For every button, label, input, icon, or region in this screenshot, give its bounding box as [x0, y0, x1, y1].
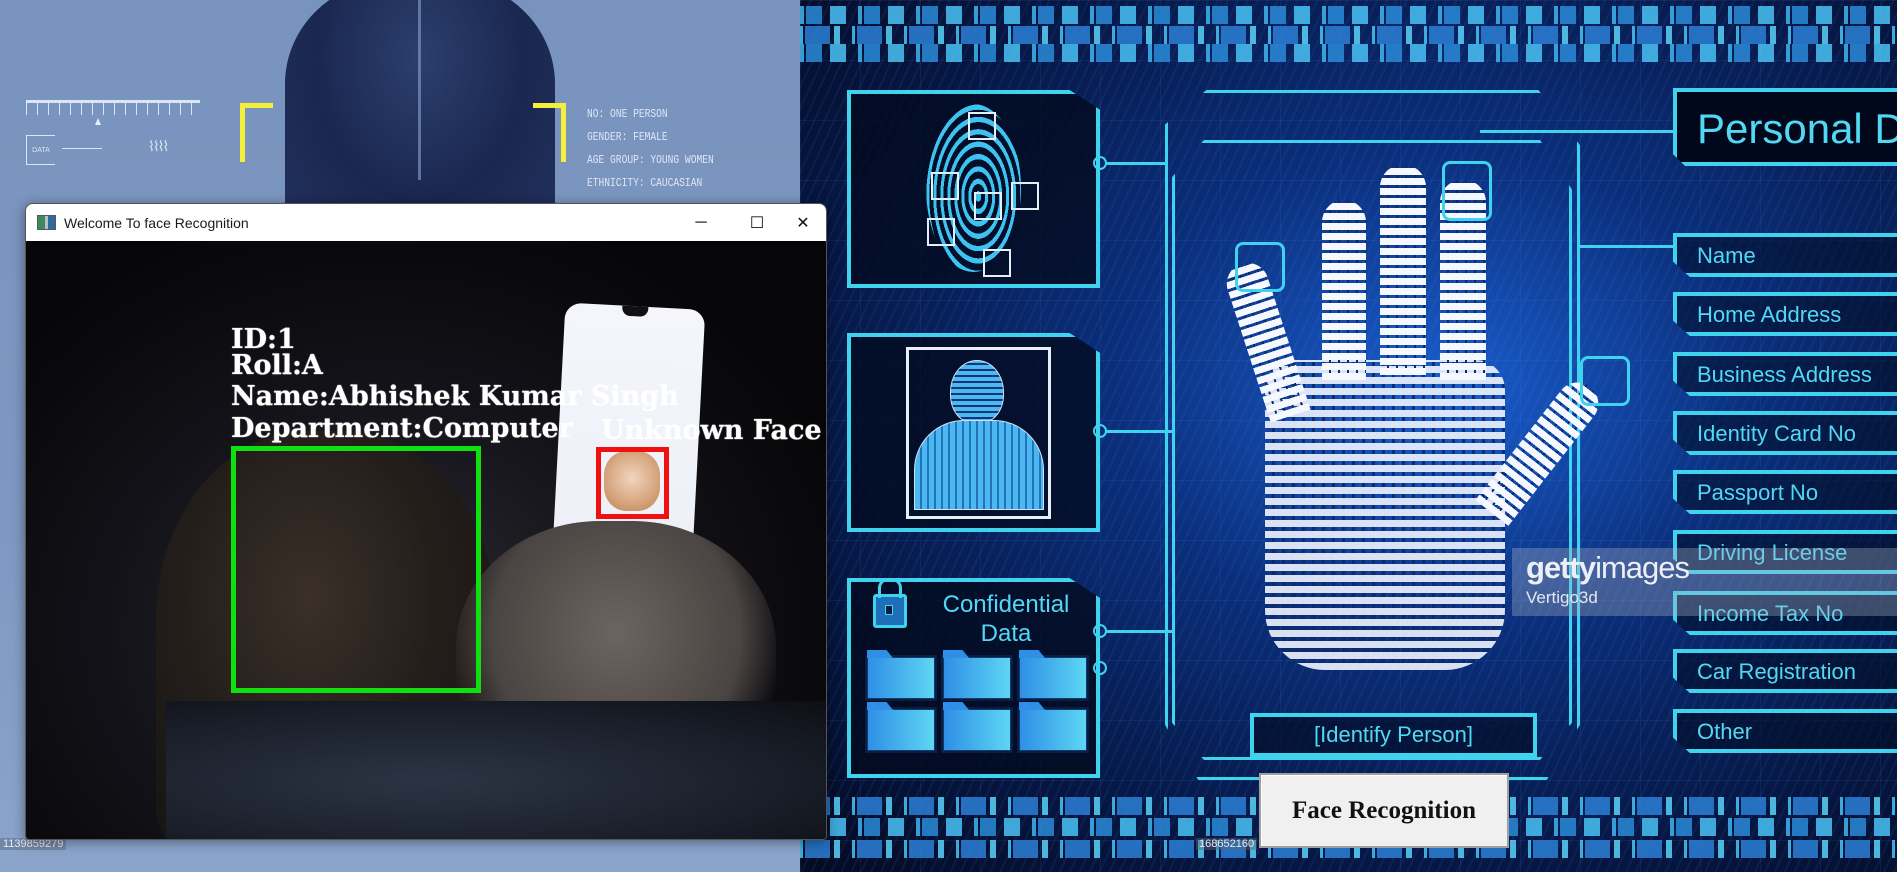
connector-node [1093, 661, 1107, 675]
confidential-title: Confidential Data [931, 590, 1081, 648]
recognized-name: Name:Abhishek Kumar Singh [231, 381, 679, 412]
fingertip-marker [1580, 356, 1630, 406]
recognized-face-box [231, 446, 481, 693]
minimize-button[interactable]: ─ [678, 204, 724, 241]
hud-bracket-right [533, 103, 566, 162]
folder-icon [1019, 657, 1087, 699]
hud-ruler [26, 100, 200, 115]
folder-icon [1019, 709, 1087, 751]
hud-bracket-left [240, 103, 273, 162]
hud-data-label: DATA [26, 135, 55, 165]
folder-icon [867, 709, 935, 751]
personal-data-item: Home Address [1673, 292, 1897, 336]
watermark-credit: Vertigo3d [1526, 588, 1598, 607]
binary-strip [800, 44, 1897, 62]
personal-data-item: Other [1673, 709, 1897, 753]
person-icon-body [914, 420, 1044, 510]
unknown-face-label: Unknown Face [601, 415, 822, 446]
face-recognition-button[interactable]: Face Recognition [1259, 773, 1509, 848]
person-profile-panel [847, 333, 1100, 532]
folder-icon [867, 657, 935, 699]
watermark-brand-light: images [1595, 550, 1690, 585]
lock-icon [873, 578, 907, 628]
circuit-wire [1580, 245, 1673, 248]
hud-ruler-marker [95, 118, 101, 125]
minimize-icon: ─ [695, 213, 707, 231]
recognized-department: Department:Computer [231, 413, 573, 444]
maximize-icon: ☐ [749, 214, 765, 232]
app-icon [37, 215, 56, 230]
circuit-wire [1105, 630, 1172, 633]
folder-grid [867, 657, 1087, 751]
scan-marker [931, 172, 959, 200]
hud-data-line [62, 148, 102, 149]
confidential-data-panel: Confidential Data [847, 578, 1100, 778]
hud-line: ETHNICITY: CAUCASIAN [587, 176, 703, 190]
scan-marker [983, 249, 1011, 277]
face-recognition-window: Welcome To face Recognition ─ ☐ ✕ ID:1 R… [25, 203, 827, 840]
unknown-face-box [596, 447, 669, 519]
binary-strip [800, 6, 1897, 24]
personal-data-item: Car Registration [1673, 649, 1897, 693]
folder-icon [943, 657, 1011, 699]
scan-marker [974, 192, 1002, 220]
circuit-wire [1105, 430, 1172, 433]
binary-strip [800, 26, 1897, 44]
folder-icon [943, 709, 1011, 751]
background-hair-part [418, 0, 421, 180]
personal-data-item: Passport No [1673, 470, 1897, 514]
close-button[interactable]: ✕ [780, 204, 826, 241]
circuit-wire [1105, 162, 1165, 165]
window-title: Welcome To face Recognition [64, 214, 249, 231]
webcam-shirt [166, 701, 826, 839]
profile-frame [906, 347, 1051, 519]
hud-line: NO: ONE PERSON [587, 107, 668, 121]
maximize-button[interactable]: ☐ [734, 204, 780, 241]
person-icon-head [950, 360, 1004, 424]
finger-scan [1380, 165, 1426, 375]
finger-scan [1322, 200, 1366, 380]
personal-data-item: Identity Card No [1673, 411, 1897, 455]
scan-marker [1011, 182, 1039, 210]
fingertip-marker [1235, 242, 1285, 292]
fingerprint-panel [847, 90, 1100, 288]
personal-data-item: Name [1673, 233, 1897, 277]
scan-marker [927, 218, 955, 246]
personal-data-title: Personal D [1673, 88, 1897, 166]
identify-person-label: [Identify Person] [1250, 713, 1537, 757]
hud-line: AGE GROUP: YOUNG WOMEN [587, 153, 714, 167]
confidential-title-line: Confidential [942, 591, 1070, 618]
watermark-brand-bold: getty [1526, 550, 1596, 585]
hud-line: GENDER: FEMALE [587, 130, 668, 144]
stock-id-right: 168652160 [1196, 838, 1258, 850]
recognized-roll: Roll:A [231, 350, 323, 381]
confidential-title-line: Data [980, 620, 1032, 647]
watermark-brand: gettyimages [1526, 550, 1690, 586]
watermark: gettyimages Vertigo3d [1512, 548, 1897, 616]
scan-marker [968, 112, 996, 140]
camera-feed: ID:1 Roll:A Name:Abhishek Kumar Singh De… [26, 241, 826, 839]
fingertip-marker [1442, 161, 1492, 221]
personal-data-item: Business Address [1673, 352, 1897, 396]
close-icon: ✕ [796, 214, 810, 232]
heartbeat-icon: ⌇⌇⌇⌇ [148, 138, 169, 154]
window-title-bar[interactable]: Welcome To face Recognition ─ ☐ ✕ [26, 204, 826, 241]
